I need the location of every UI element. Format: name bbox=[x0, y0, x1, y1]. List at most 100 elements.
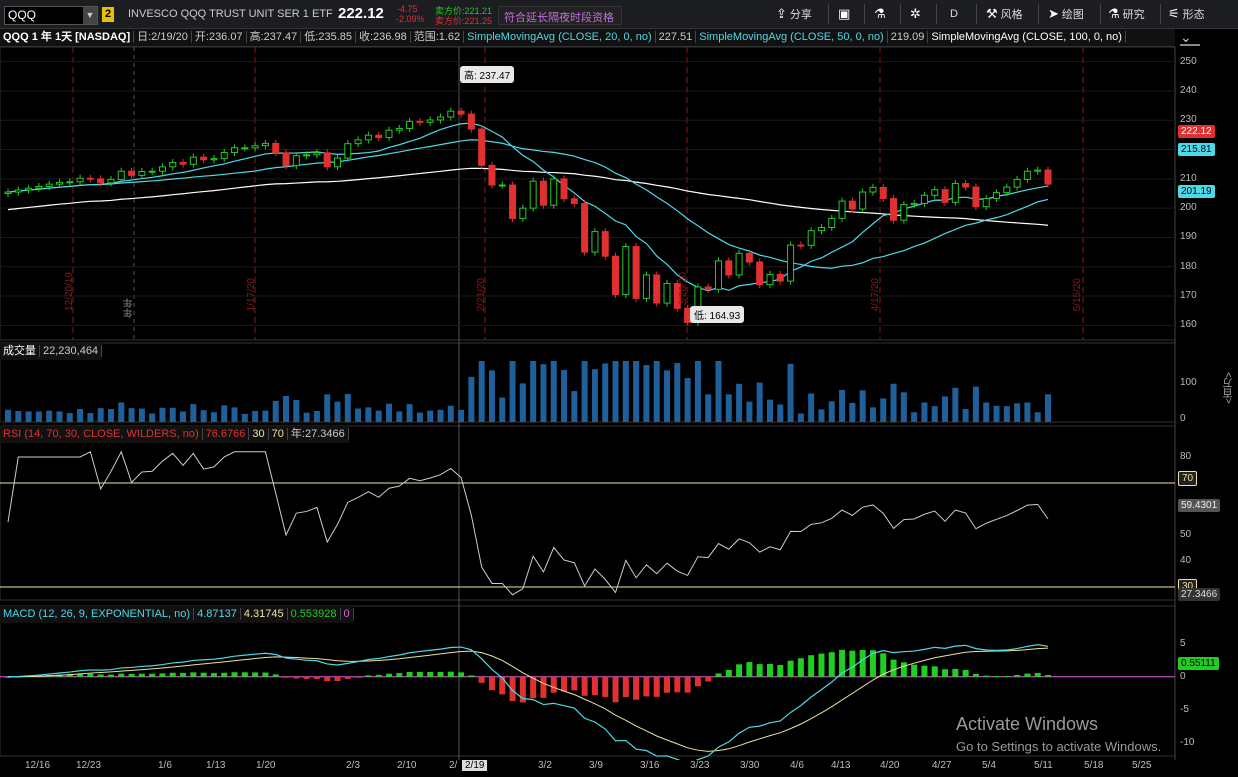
candle-body bbox=[1044, 169, 1052, 185]
candle-body bbox=[879, 186, 887, 199]
volume-bar bbox=[46, 410, 53, 422]
expiration-label: 3/20/20 bbox=[678, 272, 689, 306]
news-button[interactable]: ▣ bbox=[838, 4, 853, 24]
candle-body bbox=[797, 244, 805, 247]
volume-bar bbox=[396, 411, 403, 422]
volume-bar bbox=[180, 411, 187, 422]
volume-bar bbox=[437, 409, 444, 422]
price_pane-tick: 230 bbox=[1180, 114, 1197, 126]
divider bbox=[976, 4, 977, 24]
volume-bar bbox=[313, 411, 320, 422]
sma20-label[interactable]: SimpleMovingAvg (CLOSE, 20, 0, no) bbox=[464, 31, 656, 43]
volume-bar bbox=[334, 401, 341, 422]
candle-body bbox=[591, 231, 599, 253]
candle-body bbox=[941, 189, 949, 203]
chart-canvas[interactable] bbox=[0, 47, 1238, 760]
volume-bar bbox=[118, 402, 125, 422]
volume-bar bbox=[138, 408, 145, 422]
drawings-button[interactable]: ➤ 绘图 bbox=[1048, 4, 1084, 24]
candle-body bbox=[128, 170, 136, 176]
x-tick-label: 1/13 bbox=[206, 760, 226, 771]
macd-histogram-bar bbox=[210, 673, 217, 677]
candle-body bbox=[601, 231, 609, 257]
top-toolbar: QQQ ▼ 2 INVESCO QQQ TRUST UNIT SER 1 ETF… bbox=[0, 0, 1238, 29]
macd-header: MACD (12, 26, 9, EXPONENTIAL, no) 4.87137… bbox=[0, 606, 354, 623]
volume-bar bbox=[97, 408, 104, 422]
candle-body bbox=[138, 171, 146, 176]
high-callout: 高: 237.47 bbox=[460, 66, 515, 83]
volume-value: 22,230,464 bbox=[40, 345, 103, 357]
volume-bar bbox=[283, 395, 290, 422]
share-button[interactable]: ⇪ 分享 bbox=[776, 4, 812, 24]
volume-bar bbox=[911, 412, 918, 422]
volume-header: 成交量 22,230,464 bbox=[0, 343, 103, 360]
candle-body bbox=[97, 178, 105, 184]
volume-bar bbox=[808, 393, 815, 422]
macd-histogram-bar bbox=[458, 672, 465, 677]
volume-bar bbox=[221, 405, 228, 422]
info-low: 低:235.85 bbox=[301, 31, 356, 43]
link-group-badge[interactable]: 2 bbox=[102, 7, 114, 22]
candle-body bbox=[787, 244, 795, 282]
macd-histogram-bar bbox=[931, 666, 938, 677]
macd-histogram-bar bbox=[118, 673, 125, 677]
macd-histogram-bar bbox=[427, 671, 434, 677]
volume-bar bbox=[571, 391, 578, 422]
candle-body bbox=[1023, 170, 1031, 180]
candle-body bbox=[570, 198, 578, 204]
volume-bar bbox=[385, 403, 392, 422]
candle-body bbox=[25, 187, 33, 191]
candle-body bbox=[890, 197, 898, 221]
rsi-overbought: 70 bbox=[268, 428, 288, 440]
candle-body bbox=[488, 164, 496, 186]
candle-body bbox=[817, 226, 825, 232]
volume-bar bbox=[591, 369, 598, 422]
macd-histogram-bar bbox=[550, 676, 557, 693]
macd-histogram-bar bbox=[488, 676, 495, 691]
volume-bar bbox=[942, 396, 949, 422]
candle-body bbox=[158, 166, 166, 172]
divider bbox=[936, 4, 937, 24]
candle-body bbox=[848, 200, 856, 210]
sma100-label[interactable]: SimpleMovingAvg (CLOSE, 100, 0, no) bbox=[928, 31, 1126, 43]
x-tick-label: 3/2 bbox=[538, 760, 552, 771]
symbol-input[interactable]: QQQ ▼ bbox=[4, 6, 98, 25]
share-icon: ⇪ bbox=[776, 6, 787, 21]
volume-bar bbox=[303, 412, 310, 422]
patterns-icon: ⚟ bbox=[1168, 6, 1180, 21]
aggregation-button[interactable]: D bbox=[950, 4, 958, 24]
rsi-header: RSI (14, 70, 30, CLOSE, WILDERS, no) 76.6… bbox=[0, 426, 349, 443]
patterns-button[interactable]: ⚟ 形态 bbox=[1168, 4, 1205, 24]
macd-histogram-bar bbox=[293, 676, 300, 679]
candle-body bbox=[251, 145, 259, 149]
candle-body bbox=[210, 158, 218, 161]
x-tick-label: 3/23 bbox=[690, 760, 710, 771]
volume-bar bbox=[478, 361, 485, 422]
macd-histogram-bar bbox=[169, 672, 176, 677]
settings-button[interactable]: ✲ bbox=[910, 4, 924, 24]
candle-body bbox=[776, 273, 784, 282]
studies-button[interactable]: ⚗ 研究 bbox=[1108, 4, 1145, 24]
candle-body bbox=[498, 184, 506, 187]
macd-diff: 0.553928 bbox=[287, 608, 341, 620]
macd-histogram-bar bbox=[468, 675, 475, 677]
macd-histogram-bar bbox=[334, 676, 341, 682]
divider bbox=[1038, 4, 1039, 24]
candle-body bbox=[1013, 178, 1021, 188]
sma20-value: 227.51 bbox=[655, 31, 697, 43]
volume-bar bbox=[128, 408, 135, 422]
symbol-dropdown-icon[interactable]: ▼ bbox=[83, 7, 97, 24]
wrench-icon: ⚒ bbox=[986, 6, 998, 21]
macd-zero: 0 bbox=[340, 608, 354, 620]
macd-histogram-bar bbox=[777, 665, 784, 677]
volume-bar bbox=[550, 361, 557, 422]
macd-histogram-bar bbox=[499, 676, 506, 695]
sma50-label[interactable]: SimpleMovingAvg (CLOSE, 50, 0, no) bbox=[696, 31, 888, 43]
last-price-tag: 222.12 bbox=[1178, 125, 1215, 138]
volume-bar bbox=[1034, 412, 1041, 422]
volume-bar bbox=[519, 383, 526, 422]
candle-body bbox=[86, 177, 94, 180]
style-button[interactable]: ⚒ 风格 bbox=[986, 4, 1023, 24]
flask-button[interactable]: ⚗ bbox=[874, 4, 889, 24]
x-tick-label: 5/11 bbox=[1034, 760, 1053, 771]
